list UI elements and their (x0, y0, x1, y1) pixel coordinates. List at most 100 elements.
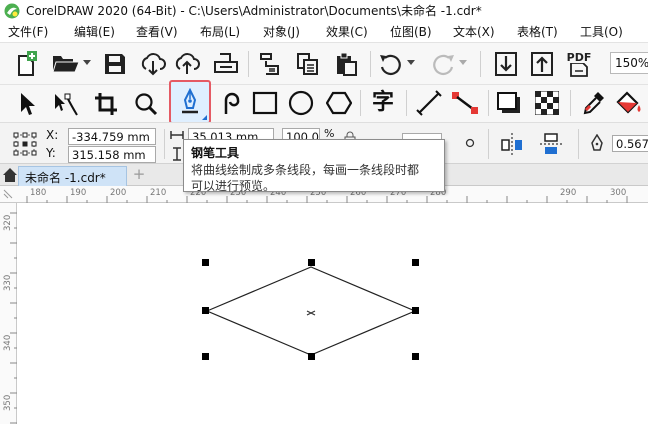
pdf-document-icon (570, 62, 588, 77)
toolbar-separator (164, 129, 165, 159)
save-disk-icon (105, 54, 125, 74)
open-button[interactable] (50, 50, 82, 78)
mirror-vertical-icon (540, 133, 564, 154)
tooltip-body-line-2: 可以进行预览。 (191, 179, 276, 193)
paste-clipboard-icon (337, 52, 357, 76)
height-arrow-icon (173, 147, 181, 161)
ruler-ticks (10, 212, 17, 424)
open-folder-icon (52, 56, 80, 73)
tooltip-body-line-1: 将曲线绘制成多条线段，每画一条线段时都 (191, 163, 420, 177)
zoom-tool-button[interactable] (132, 90, 160, 118)
mirror-horizontal-icon (501, 133, 522, 155)
menu-bitmaps[interactable]: 位图(B) (390, 23, 432, 40)
x-label: X: (46, 128, 59, 142)
publish-pdf-button[interactable]: PDF (564, 49, 594, 79)
import-arrow-icon (495, 52, 517, 76)
home-icon[interactable] (2, 167, 18, 183)
cloud-download-icon (141, 53, 166, 76)
chevron-down-icon (459, 60, 467, 65)
pen-tool-button[interactable] (169, 80, 211, 124)
window-title: CorelDRAW 2020 (64-Bit) - C:\Users\Admin… (26, 4, 482, 18)
menu-object[interactable]: 对象(J) (263, 23, 300, 40)
menu-effects[interactable]: 效果(C) (326, 23, 368, 40)
toolbar-separator (248, 51, 249, 77)
standard-toolbar: PDF (0, 42, 648, 84)
paste-button[interactable] (332, 51, 360, 77)
y-label: Y: (46, 146, 56, 160)
selected-diamond-shape[interactable] (17, 203, 648, 424)
x-position-field[interactable]: -334.759 mm (68, 128, 156, 145)
open-dropdown[interactable] (82, 57, 92, 69)
pick-tool-button[interactable] (14, 90, 40, 118)
undo-dropdown[interactable] (406, 57, 416, 69)
shape-node-icon (55, 93, 78, 116)
outline-width-field[interactable]: 0.567 (612, 135, 648, 152)
undo-icon (380, 54, 401, 76)
crop-icon (95, 93, 117, 115)
cut-icon (260, 53, 279, 75)
ruler-corner-icon (3, 189, 13, 199)
menu-text[interactable]: 文本(X) (453, 23, 495, 40)
pointer-arrow-icon (21, 93, 35, 115)
import-button[interactable] (492, 50, 520, 78)
redo-button[interactable] (428, 51, 458, 77)
cloud-upload-icon (175, 53, 200, 74)
mirror-vertical-button[interactable] (538, 131, 566, 157)
redo-icon (433, 54, 454, 76)
save-button[interactable] (102, 51, 128, 77)
new-document-button[interactable] (12, 50, 42, 78)
outline-pen-button[interactable] (588, 133, 606, 155)
drawing-canvas[interactable] (17, 203, 648, 424)
circle-icon (465, 138, 475, 148)
toolbar-separator (578, 129, 579, 159)
export-arrow-icon (531, 52, 553, 76)
flyout-corner-icon (202, 115, 207, 120)
chevron-down-icon (83, 60, 91, 65)
new-document-icon (18, 51, 37, 76)
export-button[interactable] (528, 50, 556, 78)
toolbar-separator (480, 51, 481, 77)
pen-nib-icon (182, 88, 198, 114)
menu-bar: 文件(F) 编辑(E) 查看(V) 布局(L) 对象(J) 效果(C) 位图(B… (0, 21, 648, 42)
height-icon-holder (170, 147, 184, 161)
document-tab[interactable]: 未命名 -1.cdr* (18, 166, 127, 186)
pen-tool-tooltip: 钢笔工具 将曲线绘制成多条线段，每画一条线段时都 可以进行预览。 (183, 139, 445, 193)
ruler-ticks (26, 196, 628, 203)
mirror-horizontal-button[interactable] (498, 131, 526, 157)
add-tab-button[interactable]: + (131, 167, 147, 183)
title-bar: CorelDRAW 2020 (64-Bit) - C:\Users\Admin… (0, 0, 648, 21)
print-icon (214, 53, 238, 73)
redo-dropdown[interactable] (458, 57, 468, 69)
print-button[interactable] (212, 51, 240, 77)
import-cloud-button[interactable] (138, 51, 168, 77)
coreldraw-app-icon (4, 3, 20, 18)
menu-layout[interactable]: 布局(L) (200, 23, 240, 40)
shape-tool-button[interactable] (50, 90, 80, 118)
menu-edit[interactable]: 编辑(E) (74, 23, 115, 40)
toolbar-separator (488, 129, 489, 159)
menu-view[interactable]: 查看(V) (136, 23, 178, 40)
menu-table[interactable]: 表格(T) (517, 23, 558, 40)
zoom-level-field[interactable]: 150% (610, 52, 648, 74)
outline-pen-icon (591, 134, 603, 151)
cut-button[interactable] (256, 51, 284, 77)
copy-button[interactable] (294, 51, 322, 77)
reference-point-selector[interactable] (12, 131, 38, 157)
crop-tool-button[interactable] (92, 90, 120, 118)
width-arrow-icon (170, 131, 184, 139)
pdf-label: PDF (566, 50, 592, 64)
menu-file[interactable]: 文件(F) (8, 23, 48, 40)
magnifier-icon (135, 93, 158, 116)
vertical-ruler: 320 330 340 350 (0, 203, 17, 424)
undo-button[interactable] (376, 51, 406, 77)
toolbar-separator (370, 51, 371, 77)
tooltip-title: 钢笔工具 (191, 146, 240, 160)
rotation-center-button[interactable] (462, 135, 478, 151)
chevron-down-icon (407, 60, 415, 65)
y-position-field[interactable]: 315.158 mm (68, 146, 156, 163)
copy-icon (297, 53, 318, 75)
menu-tools[interactable]: 工具(O) (580, 23, 623, 40)
width-icon-holder (170, 129, 184, 141)
toolbox (0, 84, 648, 122)
export-cloud-button[interactable] (172, 51, 202, 77)
